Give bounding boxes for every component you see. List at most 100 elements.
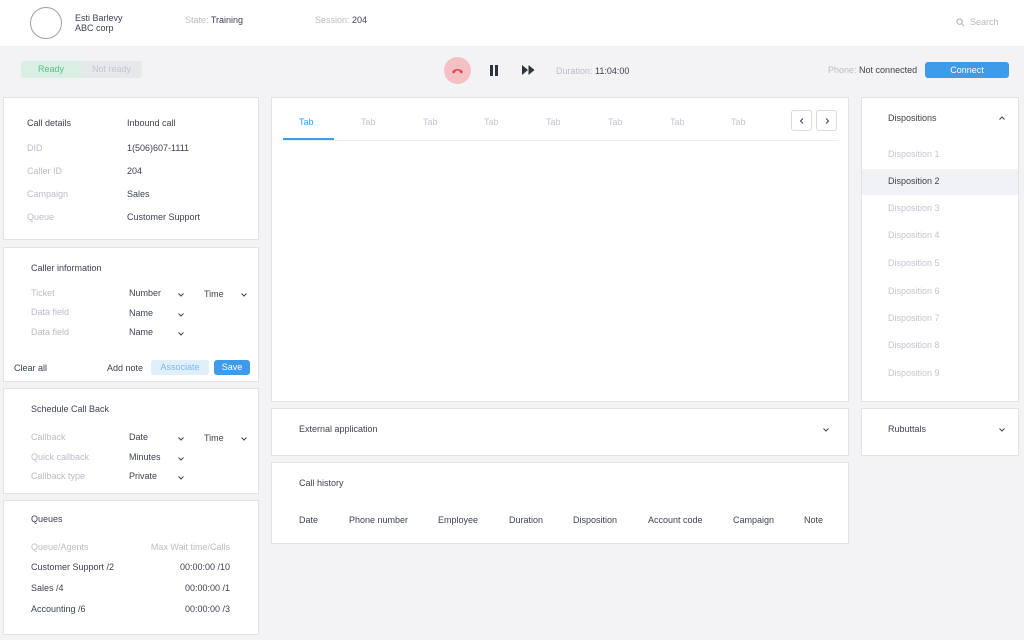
pause-icon (490, 64, 498, 76)
history-col-employee[interactable]: Employee (438, 515, 478, 525)
avatar[interactable] (30, 7, 62, 39)
tabs-panel (271, 97, 849, 402)
disposition-item[interactable]: Disposition 9 (888, 368, 940, 378)
disposition-item[interactable]: Disposition 3 (888, 203, 940, 213)
dispositions-title: Dispositions (888, 113, 937, 123)
chevron-down-icon[interactable] (177, 291, 185, 299)
chevron-down-icon[interactable] (998, 426, 1006, 434)
chevron-down-icon[interactable] (240, 435, 248, 443)
call-details-title: Call details (27, 118, 72, 128)
history-col-campaign[interactable]: Campaign (733, 515, 774, 525)
tab-prev-button[interactable] (791, 110, 812, 131)
hangup-button[interactable] (444, 57, 471, 84)
disposition-item[interactable]: Disposition 7 (888, 313, 940, 323)
chevron-down-icon[interactable] (177, 435, 185, 443)
chevron-down-icon[interactable] (177, 474, 185, 482)
disposition-selected-highlight (862, 169, 1018, 195)
phone-value: Not connected (859, 65, 918, 75)
chevron-right-icon (825, 117, 829, 124)
search-label: Search (970, 17, 999, 27)
chevron-down-icon[interactable] (240, 291, 248, 299)
user-name: Esti Barlevy (75, 13, 123, 23)
session-label: Session: (315, 15, 350, 25)
callback-label: Callback (31, 432, 66, 442)
queue-row-value: 00:00:00 /10 (179, 562, 230, 572)
duration-value: 11:04:00 (595, 66, 630, 76)
chevron-down-icon[interactable] (177, 455, 185, 463)
disposition-item[interactable]: Disposition 6 (888, 286, 940, 296)
ready-button[interactable]: Ready (21, 61, 81, 78)
user-company: ABC corp (75, 23, 114, 33)
tab-7[interactable]: Tab (670, 117, 685, 127)
callback-date-select[interactable]: Date (129, 432, 148, 442)
associate-button[interactable]: Associate (151, 360, 209, 375)
history-col-account[interactable]: Account code (648, 515, 703, 525)
tab-divider (283, 140, 839, 141)
quick-callback-label: Quick callback (31, 452, 90, 462)
disposition-item[interactable]: Disposition 4 (888, 230, 940, 240)
chevron-down-icon[interactable] (177, 330, 185, 338)
phone-hangup-icon (452, 68, 463, 73)
schedule-callback-title: Schedule Call Back (31, 404, 110, 414)
data-field-name-select[interactable]: Name (129, 327, 153, 337)
not-ready-button[interactable]: Not ready (81, 61, 142, 78)
history-col-date[interactable]: Date (299, 515, 318, 525)
tab-1[interactable]: Tab (299, 117, 314, 127)
ticket-time-select[interactable]: Time (204, 289, 224, 299)
campaign-label: Campaign (27, 189, 69, 199)
queues-col-wait: Max Wait time/Calls (150, 542, 230, 552)
save-button[interactable]: Save (214, 360, 250, 375)
state-value: Training (210, 15, 244, 25)
disposition-item[interactable]: Disposition 5 (888, 258, 940, 268)
search-icon (956, 17, 965, 27)
add-note-button[interactable]: Add note (107, 363, 143, 373)
queue-row-value: 00:00:00 /1 (184, 583, 230, 593)
tab-3[interactable]: Tab (423, 117, 438, 127)
tab-5[interactable]: Tab (546, 117, 561, 127)
session-value: 204 (352, 15, 368, 25)
search-box[interactable]: Search (956, 17, 999, 27)
tab-2[interactable]: Tab (361, 117, 376, 127)
tab-next-button[interactable] (816, 110, 837, 131)
history-col-phone[interactable]: Phone number (349, 515, 408, 525)
fast-forward-icon (521, 65, 534, 75)
quick-callback-select[interactable]: Minutes (129, 452, 161, 462)
data-field-name-select[interactable]: Name (129, 308, 153, 318)
clear-all-button[interactable]: Clear all (14, 363, 47, 373)
dispositions-panel (861, 97, 1019, 402)
queue-row-name: Accounting /6 (31, 604, 86, 614)
state-label: State: (185, 15, 209, 25)
tab-6[interactable]: Tab (608, 117, 623, 127)
external-app-title: External application (299, 424, 378, 434)
disposition-item-selected[interactable]: Disposition 2 (888, 176, 940, 186)
chevron-down-icon[interactable] (822, 426, 830, 434)
queue-row-name: Customer Support /2 (31, 562, 115, 572)
forward-button[interactable] (520, 63, 536, 77)
disposition-item[interactable]: Disposition 8 (888, 340, 940, 350)
chevron-down-icon[interactable] (177, 311, 185, 319)
connect-button[interactable]: Connect (925, 62, 1009, 78)
duration-label: Duration: (556, 66, 593, 76)
rebuttals-title: Rubuttals (888, 424, 927, 434)
caller-id-value: 204 (127, 166, 143, 176)
tab-4[interactable]: Tab (484, 117, 499, 127)
history-col-disposition[interactable]: Disposition (573, 515, 617, 525)
history-col-duration[interactable]: Duration (509, 515, 543, 525)
queues-col-agents: Queue/Agents (31, 542, 89, 552)
callback-time-select[interactable]: Time (204, 433, 224, 443)
did-label: DID (27, 143, 43, 153)
callback-type-select[interactable]: Private (129, 471, 157, 481)
phone-label: Phone: (828, 65, 857, 75)
disposition-item[interactable]: Disposition 1 (888, 149, 940, 159)
history-col-note[interactable]: Note (804, 515, 823, 525)
rebuttals-panel[interactable] (861, 408, 1019, 456)
did-value: 1(506)607-1111 (127, 143, 190, 153)
top-header: Esti Barlevy ABC corp State: Training Se… (0, 0, 1024, 46)
ticket-number-select[interactable]: Number (129, 288, 161, 298)
pause-button[interactable] (487, 63, 501, 77)
tab-8[interactable]: Tab (731, 117, 746, 127)
status-toggle: Ready Not ready (21, 61, 142, 78)
callback-type-label: Callback type (31, 471, 86, 481)
chevron-up-icon[interactable] (998, 114, 1006, 122)
ticket-label: Ticket (31, 288, 55, 298)
